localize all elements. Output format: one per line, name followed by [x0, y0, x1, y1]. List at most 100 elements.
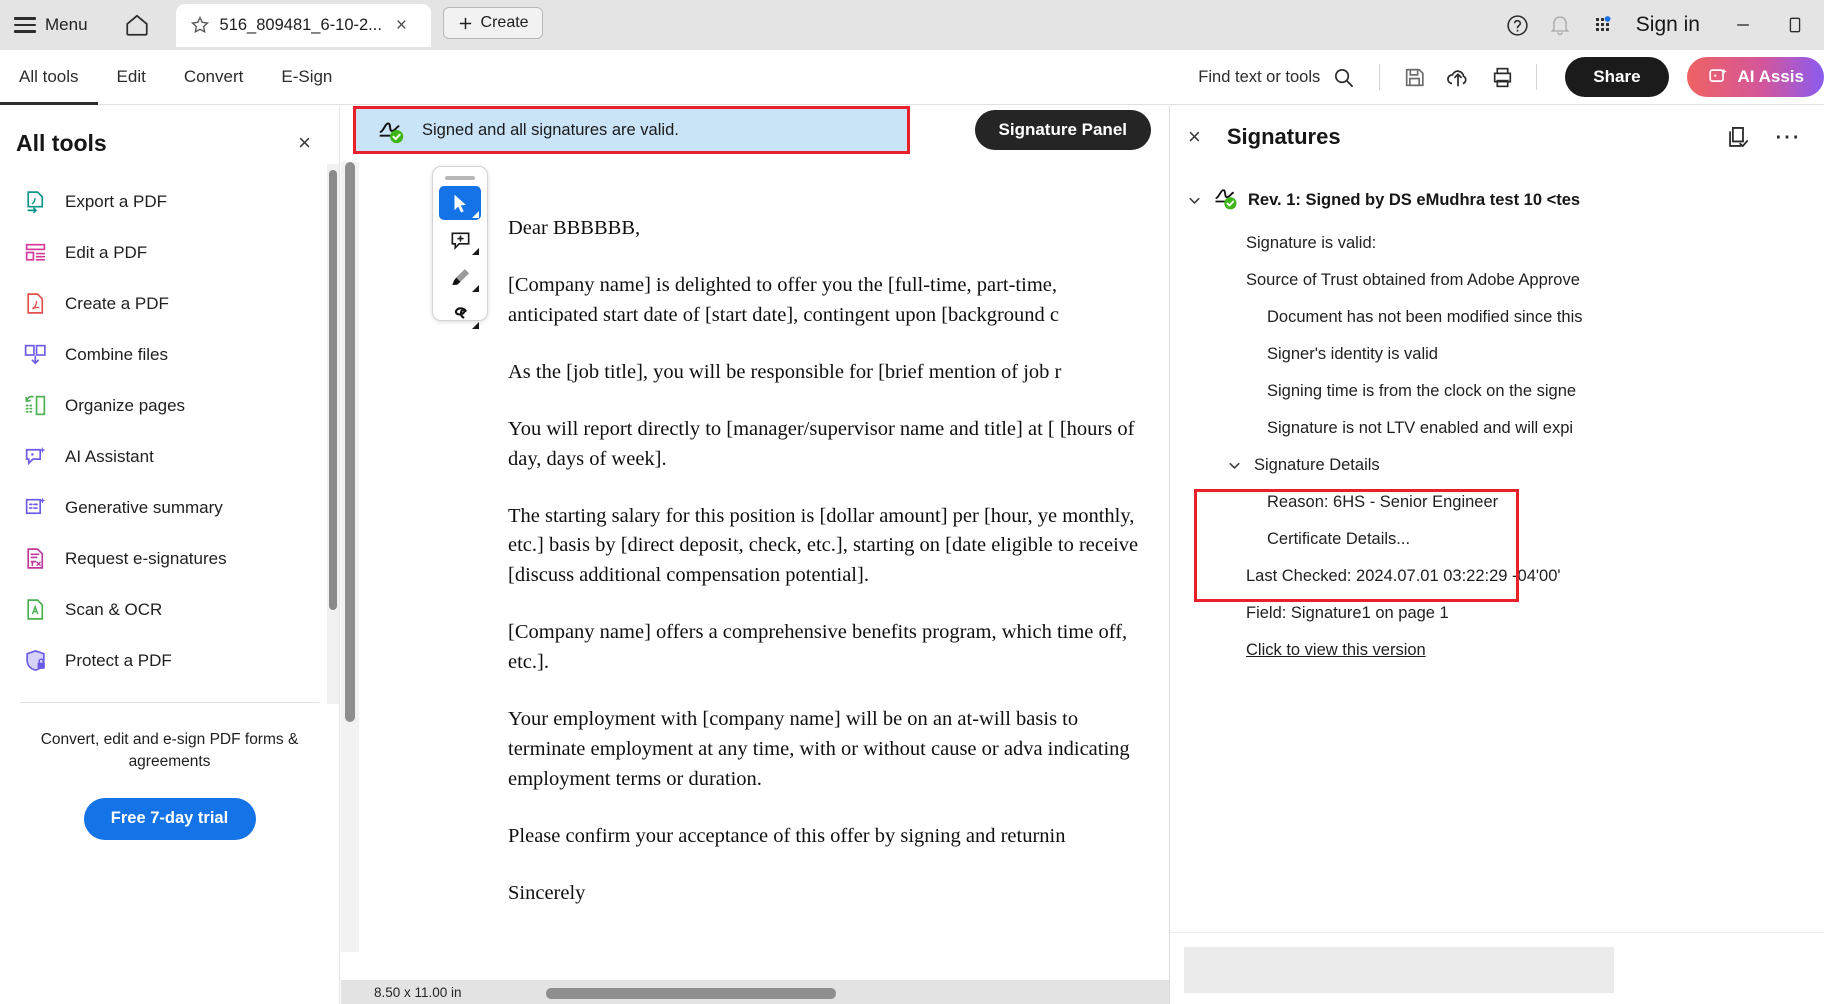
sidebar-item-label: Generative summary	[65, 497, 223, 517]
sidebar-item-export-a-pdf[interactable]: Export a PDF	[0, 176, 339, 227]
protect-pdf-icon	[22, 648, 48, 674]
sidebar-item-label: Scan & OCR	[65, 599, 163, 619]
chevron-down-icon[interactable]	[472, 211, 479, 218]
hamburger-icon	[14, 17, 36, 33]
document-vertical-scrollbar[interactable]	[341, 162, 359, 952]
signature-draw-icon	[454, 306, 467, 319]
highlight-tool-button[interactable]	[439, 260, 481, 294]
menu-button[interactable]: Menu	[8, 9, 98, 41]
tab-esign[interactable]: E-Sign	[262, 50, 351, 105]
signatures-footer-placeholder	[1184, 947, 1614, 993]
sidebar-scrollbar-thumb[interactable]	[329, 170, 337, 610]
chevron-down-icon[interactable]	[1224, 457, 1244, 474]
toolbar-drag-handle[interactable]	[445, 176, 475, 180]
document-scrollbar-thumb[interactable]	[345, 162, 355, 722]
ai-assistant-label: AI Assis	[1737, 67, 1804, 86]
home-button[interactable]	[112, 6, 162, 44]
restore-button[interactable]	[1772, 0, 1818, 50]
signature-status-row: Document has not been modified since thi…	[1267, 308, 1583, 326]
upload-button[interactable]	[1438, 57, 1478, 97]
menu-tab-list: All tools Edit Convert E-Sign	[0, 50, 351, 105]
print-button[interactable]	[1482, 57, 1522, 97]
title-bar-left: Menu 516_809481_6-10-2... × Create	[0, 0, 543, 50]
ai-assistant-button[interactable]: AI Assis	[1686, 57, 1824, 97]
signature-revision-row[interactable]: Rev. 1: Signed by DS eMudhra test 10 <te…	[1170, 176, 1824, 225]
tab-all-tools[interactable]: All tools	[0, 50, 98, 105]
certificate-details-link[interactable]: Certificate Details...	[1170, 521, 1824, 558]
sidebar-scrollbar[interactable]	[327, 164, 339, 704]
chevron-down-icon[interactable]	[472, 248, 479, 255]
help-button[interactable]	[1500, 7, 1536, 43]
sidebar-header: All tools ×	[0, 106, 339, 170]
promo-text: Convert, edit and e-sign PDF forms & agr…	[40, 731, 299, 771]
free-trial-button[interactable]: Free 7-day trial	[83, 797, 256, 840]
signature-reason-row: Reason: 6HS - Senior Engineer	[1267, 493, 1499, 511]
tab-edit[interactable]: Edit	[98, 50, 165, 105]
save-button[interactable]	[1394, 57, 1434, 97]
horizontal-scrollbar-thumb[interactable]	[546, 988, 836, 999]
star-icon[interactable]	[190, 15, 210, 35]
page-dimensions: 8.50 x 11.00 in	[374, 984, 462, 1000]
minimize-button[interactable]	[1720, 0, 1766, 50]
notification-bell-icon	[1550, 16, 1569, 36]
combine-files-icon	[22, 342, 48, 368]
find-button[interactable]: Find text or tools	[1188, 66, 1365, 89]
signature-panel-button[interactable]: Signature Panel	[974, 110, 1151, 150]
app-switcher-button[interactable]	[1584, 7, 1620, 43]
validate-all-icon	[1729, 126, 1749, 147]
tab-edit-label: Edit	[116, 67, 146, 86]
draw-tool-button[interactable]	[439, 297, 481, 331]
chevron-down-icon[interactable]	[472, 322, 479, 329]
signatures-panel-actions: ⋯	[1725, 124, 1802, 151]
sign-in-button[interactable]: Sign in	[1626, 13, 1714, 37]
divider	[1379, 64, 1381, 90]
tab-convert-label: Convert	[183, 67, 244, 86]
chevron-down-icon[interactable]	[1184, 192, 1204, 209]
comment-tool-button[interactable]	[439, 223, 481, 257]
chevron-down-icon[interactable]	[472, 285, 479, 292]
signature-status-banner[interactable]: Signed and all signatures are valid.	[353, 106, 910, 154]
sidebar-item-ai-assistant[interactable]: AI Assistant	[0, 431, 339, 482]
minimize-icon	[1737, 24, 1749, 26]
create-button[interactable]: Create	[442, 7, 543, 39]
horizontal-scrollbar[interactable]	[546, 988, 1006, 999]
more-options-button[interactable]: ⋯	[1774, 124, 1802, 149]
sidebar-item-request-e-signatures[interactable]: Request e-signatures	[0, 533, 339, 584]
title-bar: Menu 516_809481_6-10-2... × Create Sign …	[0, 0, 1824, 50]
export-pdf-icon	[22, 189, 48, 215]
document-tab[interactable]: 516_809481_6-10-2... ×	[175, 3, 431, 47]
tab-close-button[interactable]: ×	[392, 16, 411, 35]
restore-icon	[1789, 17, 1801, 33]
document-status-bar: 8.50 x 11.00 in	[341, 980, 1169, 1004]
sidebar-title: All tools	[16, 129, 107, 156]
signature-banner-text: Signed and all signatures are valid.	[422, 120, 679, 139]
notifications-button[interactable]	[1542, 7, 1578, 43]
signatures-close-button[interactable]: ×	[1188, 126, 1213, 148]
sidebar-item-label: Organize pages	[65, 395, 186, 415]
tab-convert[interactable]: Convert	[165, 50, 263, 105]
request-esignatures-icon	[22, 546, 48, 572]
signatures-panel-header: × Signatures ⋯	[1170, 106, 1824, 168]
view-version-link[interactable]: Click to view this version	[1170, 632, 1824, 669]
title-bar-right: Sign in	[1500, 0, 1824, 50]
signature-field-row: Field: Signature1 on page 1	[1246, 604, 1449, 622]
tab-title: 516_809481_6-10-2...	[219, 15, 382, 34]
cursor-icon	[454, 194, 466, 213]
sidebar-item-create-a-pdf[interactable]: Create a PDF	[0, 278, 339, 329]
signature-status-row: Signer's identity is valid	[1267, 345, 1438, 363]
signature-status-row: Signature is valid:	[1246, 234, 1377, 252]
sidebar-close-button[interactable]: ×	[290, 128, 319, 158]
validate-all-button[interactable]	[1725, 124, 1752, 151]
ai-assistant-icon	[22, 444, 48, 470]
signatures-panel-body: Rev. 1: Signed by DS eMudhra test 10 <te…	[1170, 168, 1824, 669]
sidebar-item-edit-a-pdf[interactable]: Edit a PDF	[0, 227, 339, 278]
sidebar-item-protect-a-pdf[interactable]: Protect a PDF	[0, 635, 339, 686]
ai-sparkle-icon	[1708, 68, 1727, 82]
signature-details-toggle[interactable]: Signature Details	[1170, 447, 1824, 484]
share-button[interactable]: Share	[1565, 57, 1669, 97]
select-tool-button[interactable]	[439, 186, 481, 220]
sidebar-item-generative-summary[interactable]: Generative summary	[0, 482, 339, 533]
sidebar-item-scan-and-ocr[interactable]: Scan & OCR	[0, 584, 339, 635]
sidebar-item-organize-pages[interactable]: Organize pages	[0, 380, 339, 431]
sidebar-item-combine-files[interactable]: Combine files	[0, 329, 339, 380]
